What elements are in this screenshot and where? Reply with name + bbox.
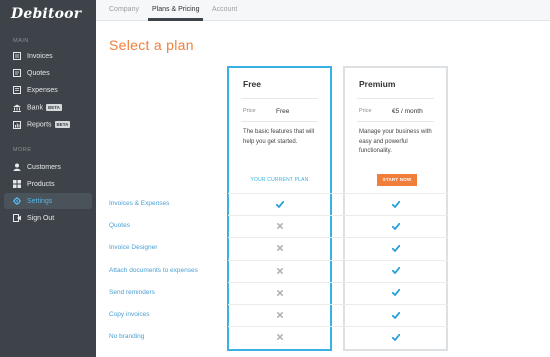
divider xyxy=(357,121,434,122)
sidebar-item-reports[interactable]: Reports BETA xyxy=(4,117,92,133)
row-divider xyxy=(228,259,448,261)
sidebar-item-label: Expenses xyxy=(27,86,58,94)
row-divider xyxy=(228,326,448,328)
sidebar-item-label: Customers xyxy=(27,163,61,171)
page-title: Select a plan xyxy=(109,37,194,53)
sidebar: Debitoor MAIN Invoices Quotes Expenses B… xyxy=(0,0,96,357)
cross-icon xyxy=(275,310,285,320)
check-icon xyxy=(391,332,401,342)
feature-name[interactable]: Invoices & Expenses xyxy=(109,200,169,207)
row-divider xyxy=(228,237,448,239)
sidebar-item-label: Reports BETA xyxy=(27,121,71,129)
row-divider xyxy=(228,193,448,194)
price-value: €5 / month xyxy=(392,108,423,115)
sidebar-item-label: Bank BETA xyxy=(27,104,62,112)
plan-name: Free xyxy=(243,79,261,89)
plan-description: The basic features that will help you ge… xyxy=(243,129,315,145)
bank-icon xyxy=(13,104,21,112)
feature-name[interactable]: Invoice Designer xyxy=(109,244,157,251)
feature-name[interactable]: Copy invoices xyxy=(109,311,149,318)
tab-account[interactable]: Account xyxy=(212,6,237,13)
cross-icon xyxy=(275,243,285,253)
cross-icon xyxy=(275,221,285,231)
sidebar-item-label: Settings xyxy=(27,197,53,205)
price-value: Free xyxy=(276,108,290,115)
plan-description: Manage your business with easy and power… xyxy=(359,129,432,154)
start-now-button[interactable]: START NOW xyxy=(377,174,417,186)
tab-plans-pricing[interactable]: Plans & Pricing xyxy=(147,6,204,21)
row-divider xyxy=(228,304,448,305)
beta-badge: BETA xyxy=(45,104,62,112)
cross-icon xyxy=(275,332,285,342)
cross-icon xyxy=(275,266,285,276)
invoice-icon xyxy=(13,52,21,60)
feature-name[interactable]: Attach documents to expenses xyxy=(109,267,198,274)
sidebar-item-products[interactable]: Products xyxy=(4,176,92,192)
sidebar-item-label: Invoices xyxy=(27,52,53,60)
price-label: Price xyxy=(243,108,256,114)
sidebar-item-quotes[interactable]: Quotes xyxy=(4,65,92,81)
check-icon xyxy=(391,199,401,209)
sidebar-item-settings[interactable]: Settings xyxy=(4,193,92,209)
check-icon xyxy=(391,243,401,253)
feature-name[interactable]: Quotes xyxy=(109,222,130,229)
customers-icon xyxy=(13,163,21,171)
cross-icon xyxy=(275,288,285,298)
report-icon xyxy=(13,121,21,129)
quote-icon xyxy=(13,69,21,77)
sign-out-icon xyxy=(13,214,21,222)
divider xyxy=(241,121,318,122)
sidebar-item-expenses[interactable]: Expenses xyxy=(4,82,92,98)
section-label-more: MORE xyxy=(13,147,32,153)
expense-icon xyxy=(13,86,21,94)
settings-tabs: Company Plans & Pricing Account xyxy=(96,0,550,21)
tab-company[interactable]: Company xyxy=(109,6,139,13)
row-divider xyxy=(228,215,448,217)
check-icon xyxy=(391,310,401,320)
sidebar-item-label: Sign Out xyxy=(27,214,55,222)
sidebar-item-label: Products xyxy=(27,180,55,188)
section-label-main: MAIN xyxy=(13,38,29,44)
sidebar-item-bank[interactable]: Bank BETA xyxy=(4,100,92,116)
sidebar-item-sign-out[interactable]: Sign Out xyxy=(4,210,92,226)
check-icon xyxy=(275,199,285,209)
plan-name: Premium xyxy=(359,79,396,89)
sidebar-item-label: Quotes xyxy=(27,69,50,77)
gear-icon xyxy=(13,197,21,205)
sidebar-item-customers[interactable]: Customers xyxy=(4,159,92,175)
current-plan-label: YOUR CURRENT PLAN xyxy=(250,177,309,183)
check-icon xyxy=(391,266,401,276)
row-divider xyxy=(228,281,448,283)
feature-name[interactable]: No branding xyxy=(109,333,144,340)
app-logo[interactable]: Debitoor xyxy=(11,6,81,22)
feature-name[interactable]: Send reminders xyxy=(109,289,155,296)
check-icon xyxy=(391,221,401,231)
products-icon xyxy=(13,180,21,188)
beta-badge: BETA xyxy=(54,121,71,129)
divider xyxy=(357,98,434,99)
sidebar-item-invoices[interactable]: Invoices xyxy=(4,48,92,64)
divider xyxy=(241,98,318,99)
check-icon xyxy=(391,288,401,298)
price-label: Price xyxy=(359,108,372,114)
